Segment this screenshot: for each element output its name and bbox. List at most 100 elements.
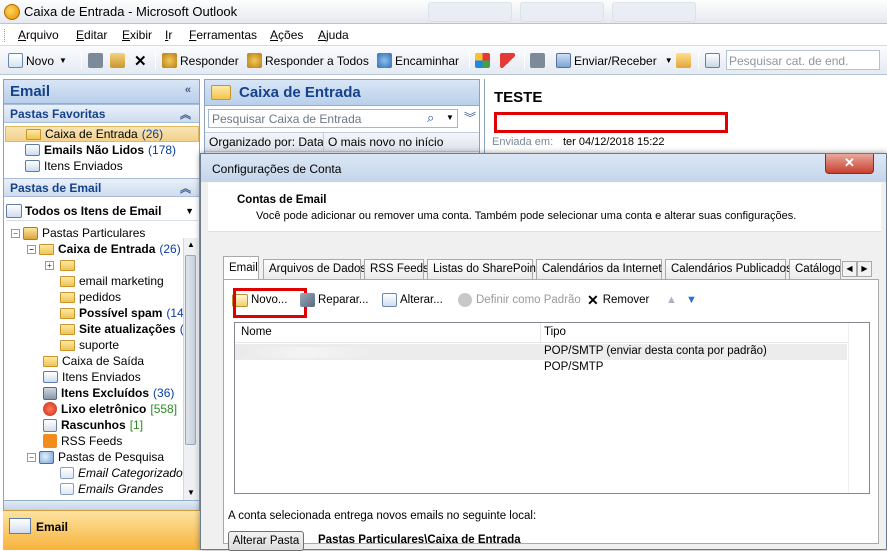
column-type-header[interactable]: Tipo — [544, 326, 566, 338]
menu-editar[interactable]: Editar — [76, 28, 107, 42]
tab-email[interactable]: Email — [223, 256, 259, 279]
chevron-down-icon[interactable]: ▼ — [665, 56, 673, 65]
chevron-up-icon[interactable]: ︽ — [180, 180, 191, 196]
send-receive-button[interactable]: Enviar/Receber ▼ — [556, 51, 673, 70]
menu-arquivo[interactable]: Arquivo — [18, 28, 59, 42]
tree-search-categorized[interactable]: Email Categorizado — [60, 465, 183, 481]
expand-search-icon[interactable]: ︾ — [464, 109, 476, 126]
find-button[interactable] — [676, 51, 694, 70]
mail-folders-section-header[interactable]: Pastas de Email ︽ — [4, 178, 199, 197]
repair-button[interactable]: Reparar... — [300, 291, 369, 309]
print-button[interactable] — [88, 51, 106, 70]
tree-search-folders[interactable]: − Pastas de Pesquisa — [27, 449, 164, 465]
address-book-search-input[interactable]: Pesquisar cat. de end. — [726, 50, 880, 70]
address-book-button[interactable] — [705, 51, 723, 70]
nav-email-button[interactable]: Email — [3, 510, 200, 550]
categorize-button[interactable] — [475, 51, 493, 70]
tree-suporte[interactable]: suporte — [60, 337, 119, 353]
junk-label: Lixo eletrônico — [61, 402, 147, 416]
favorite-unread[interactable]: Emails Não Lidos (178) — [25, 142, 176, 158]
follow-up-button[interactable] — [500, 51, 518, 70]
tree-personal-folders[interactable]: − Pastas Particulares — [11, 225, 145, 241]
close-button[interactable]: ✕ — [825, 154, 874, 174]
tab-scroll-left-icon[interactable]: ◀ — [842, 261, 857, 277]
message-list-header: Caixa de Entrada — [205, 80, 479, 106]
toolbar-options-icon — [530, 53, 545, 68]
tree-inbox[interactable]: − Caixa de Entrada (26) — [27, 241, 181, 257]
move-up-button[interactable]: ▲ — [666, 291, 677, 309]
tree-outbox[interactable]: Caixa de Saída — [43, 353, 144, 369]
tab-sharepoint-lists[interactable]: Listas do SharePoint — [427, 259, 539, 279]
account-row-2[interactable]: POP/SMTP — [235, 360, 869, 376]
menu-acoes[interactable]: Ações — [270, 28, 303, 42]
tree-subfolder[interactable]: + — [45, 257, 79, 273]
change-account-icon — [382, 293, 397, 307]
arrange-by-label[interactable]: Organizado por: Data — [209, 135, 324, 149]
find-contact-icon — [676, 53, 691, 68]
remove-button[interactable]: ✕ Remover — [587, 291, 649, 309]
tree-rss[interactable]: RSS Feeds — [43, 433, 122, 449]
chevron-up-icon[interactable]: ︽ — [180, 106, 191, 122]
favorites-header-label: Pastas Favoritas — [10, 107, 106, 121]
tab-internet-calendars[interactable]: Calendários da Internet — [536, 259, 662, 279]
tree-sent[interactable]: Itens Enviados — [43, 369, 141, 385]
scroll-up-icon[interactable]: ▲ — [187, 240, 195, 249]
tree-junk[interactable]: Lixo eletrônico [558] — [43, 401, 177, 417]
change-folder-button[interactable]: Alterar Pasta — [228, 531, 304, 551]
tree-site-updates[interactable]: Site atualizações (2) — [60, 321, 194, 337]
tree-pedidos[interactable]: pedidos — [60, 289, 121, 305]
account-row-1[interactable]: POP/SMTP (enviar desta conta por padrão) — [235, 344, 847, 360]
collapse-toggle-icon[interactable]: − — [27, 452, 36, 462]
move-button[interactable] — [110, 51, 128, 70]
search-categorized-label: Email Categorizado — [78, 466, 183, 480]
redacted-account-name — [237, 347, 373, 358]
tree-possible-spam[interactable]: Possível spam (144) — [60, 305, 194, 321]
menu-exibir[interactable]: Exibir — [122, 28, 152, 42]
menu-ajuda[interactable]: Ajuda — [318, 28, 349, 42]
tree-drafts[interactable]: Rascunhos [1] — [43, 417, 143, 433]
favorite-sent[interactable]: Itens Enviados — [25, 158, 123, 174]
tree-search-large[interactable]: Emails Grandes — [60, 481, 163, 497]
search-icon[interactable]: ⌕ — [427, 110, 434, 126]
forward-button[interactable]: Encaminhar — [377, 51, 459, 70]
email-nav-label: Email — [36, 520, 69, 534]
delete-button[interactable]: ✕ — [134, 51, 147, 70]
personal-folders-icon — [23, 226, 38, 240]
expand-toggle-icon[interactable]: + — [45, 260, 54, 270]
hidden-toolbar-button[interactable] — [530, 51, 548, 70]
chevron-down-icon[interactable]: ▼ — [446, 113, 454, 122]
favorite-inbox[interactable]: Caixa de Entrada (26) — [5, 126, 199, 142]
collapse-toggle-icon[interactable]: − — [27, 244, 36, 254]
move-down-button[interactable]: ▼ — [686, 291, 697, 309]
nav-splitter[interactable] — [4, 500, 199, 510]
collapse-toggle-icon[interactable]: − — [11, 228, 20, 238]
reply-all-button[interactable]: Responder a Todos — [247, 51, 369, 70]
set-default-button[interactable]: Definir como Padrão — [458, 291, 581, 309]
chevron-down-icon[interactable]: ▼ — [59, 56, 67, 65]
column-name-header[interactable]: Nome — [241, 326, 272, 338]
inbox-search-input[interactable]: Pesquisar Caixa de Entrada — [208, 109, 458, 128]
menu-ir[interactable]: Ir — [165, 28, 172, 42]
tab-address-books[interactable]: Catálogos — [789, 259, 841, 279]
sort-order-label[interactable]: O mais novo no início — [328, 135, 443, 149]
reply-button[interactable]: Responder — [162, 51, 239, 70]
change-button[interactable]: Alterar... — [382, 291, 443, 309]
scroll-down-icon[interactable]: ▼ — [187, 488, 195, 497]
new-button[interactable]: Novo ▼ — [8, 51, 67, 70]
nav-scrollbar-thumb[interactable] — [185, 255, 196, 445]
tab-rss-feeds[interactable]: RSS Feeds — [364, 259, 429, 279]
forward-icon — [377, 53, 392, 68]
collapse-icon[interactable]: « — [185, 84, 191, 96]
accounts-list[interactable]: Nome Tipo POP/SMTP (enviar desta conta p… — [234, 322, 870, 494]
chevron-down-icon[interactable]: ▼ — [185, 206, 194, 216]
tree-deleted[interactable]: Itens Excluídos (36) — [43, 385, 174, 401]
menu-ferramentas[interactable]: Ferramentas — [189, 28, 257, 42]
remove-label: Remover — [602, 294, 650, 306]
all-mail-items-dropdown[interactable]: Todos os Itens de Email ▼ — [6, 201, 198, 221]
folder-icon — [60, 275, 75, 287]
tab-published-calendars[interactable]: Calendários Publicados — [665, 259, 792, 279]
favorites-section-header[interactable]: Pastas Favoritas ︽ — [4, 104, 199, 123]
tab-scroll-right-icon[interactable]: ▶ — [857, 261, 872, 277]
tree-email-marketing[interactable]: email marketing — [60, 273, 164, 289]
tab-data-files[interactable]: Arquivos de Dados — [263, 259, 366, 279]
